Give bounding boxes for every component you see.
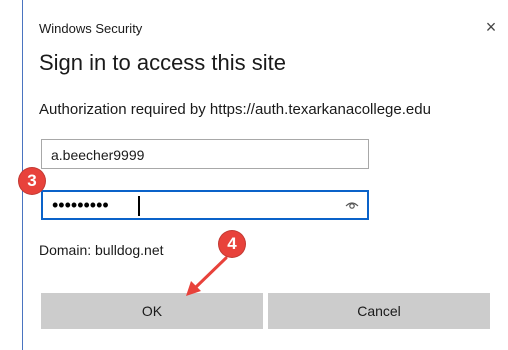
password-field[interactable]: ••••••••• — [41, 190, 369, 220]
eye-icon[interactable] — [345, 199, 359, 211]
dialog-heading: Sign in to access this site — [39, 50, 287, 75]
password-value: ••••••••• — [52, 195, 109, 215]
step-4-badge: 4 — [219, 231, 245, 257]
window-title: Windows Security — [39, 21, 143, 36]
text-caret — [138, 196, 140, 216]
ok-button[interactable]: OK — [41, 293, 263, 329]
step-3-badge: 3 — [19, 168, 45, 194]
username-field[interactable]: a.beecher9999 — [41, 139, 369, 169]
windows-security-dialog: Windows Security × Sign in to access thi… — [22, 0, 508, 350]
authorization-message: Authorization required by https://auth.t… — [39, 101, 431, 118]
username-value: a.beecher9999 — [51, 147, 145, 163]
domain-label: Domain: bulldog.net — [39, 242, 164, 258]
close-button[interactable]: × — [481, 17, 501, 37]
cancel-button[interactable]: Cancel — [268, 293, 490, 329]
